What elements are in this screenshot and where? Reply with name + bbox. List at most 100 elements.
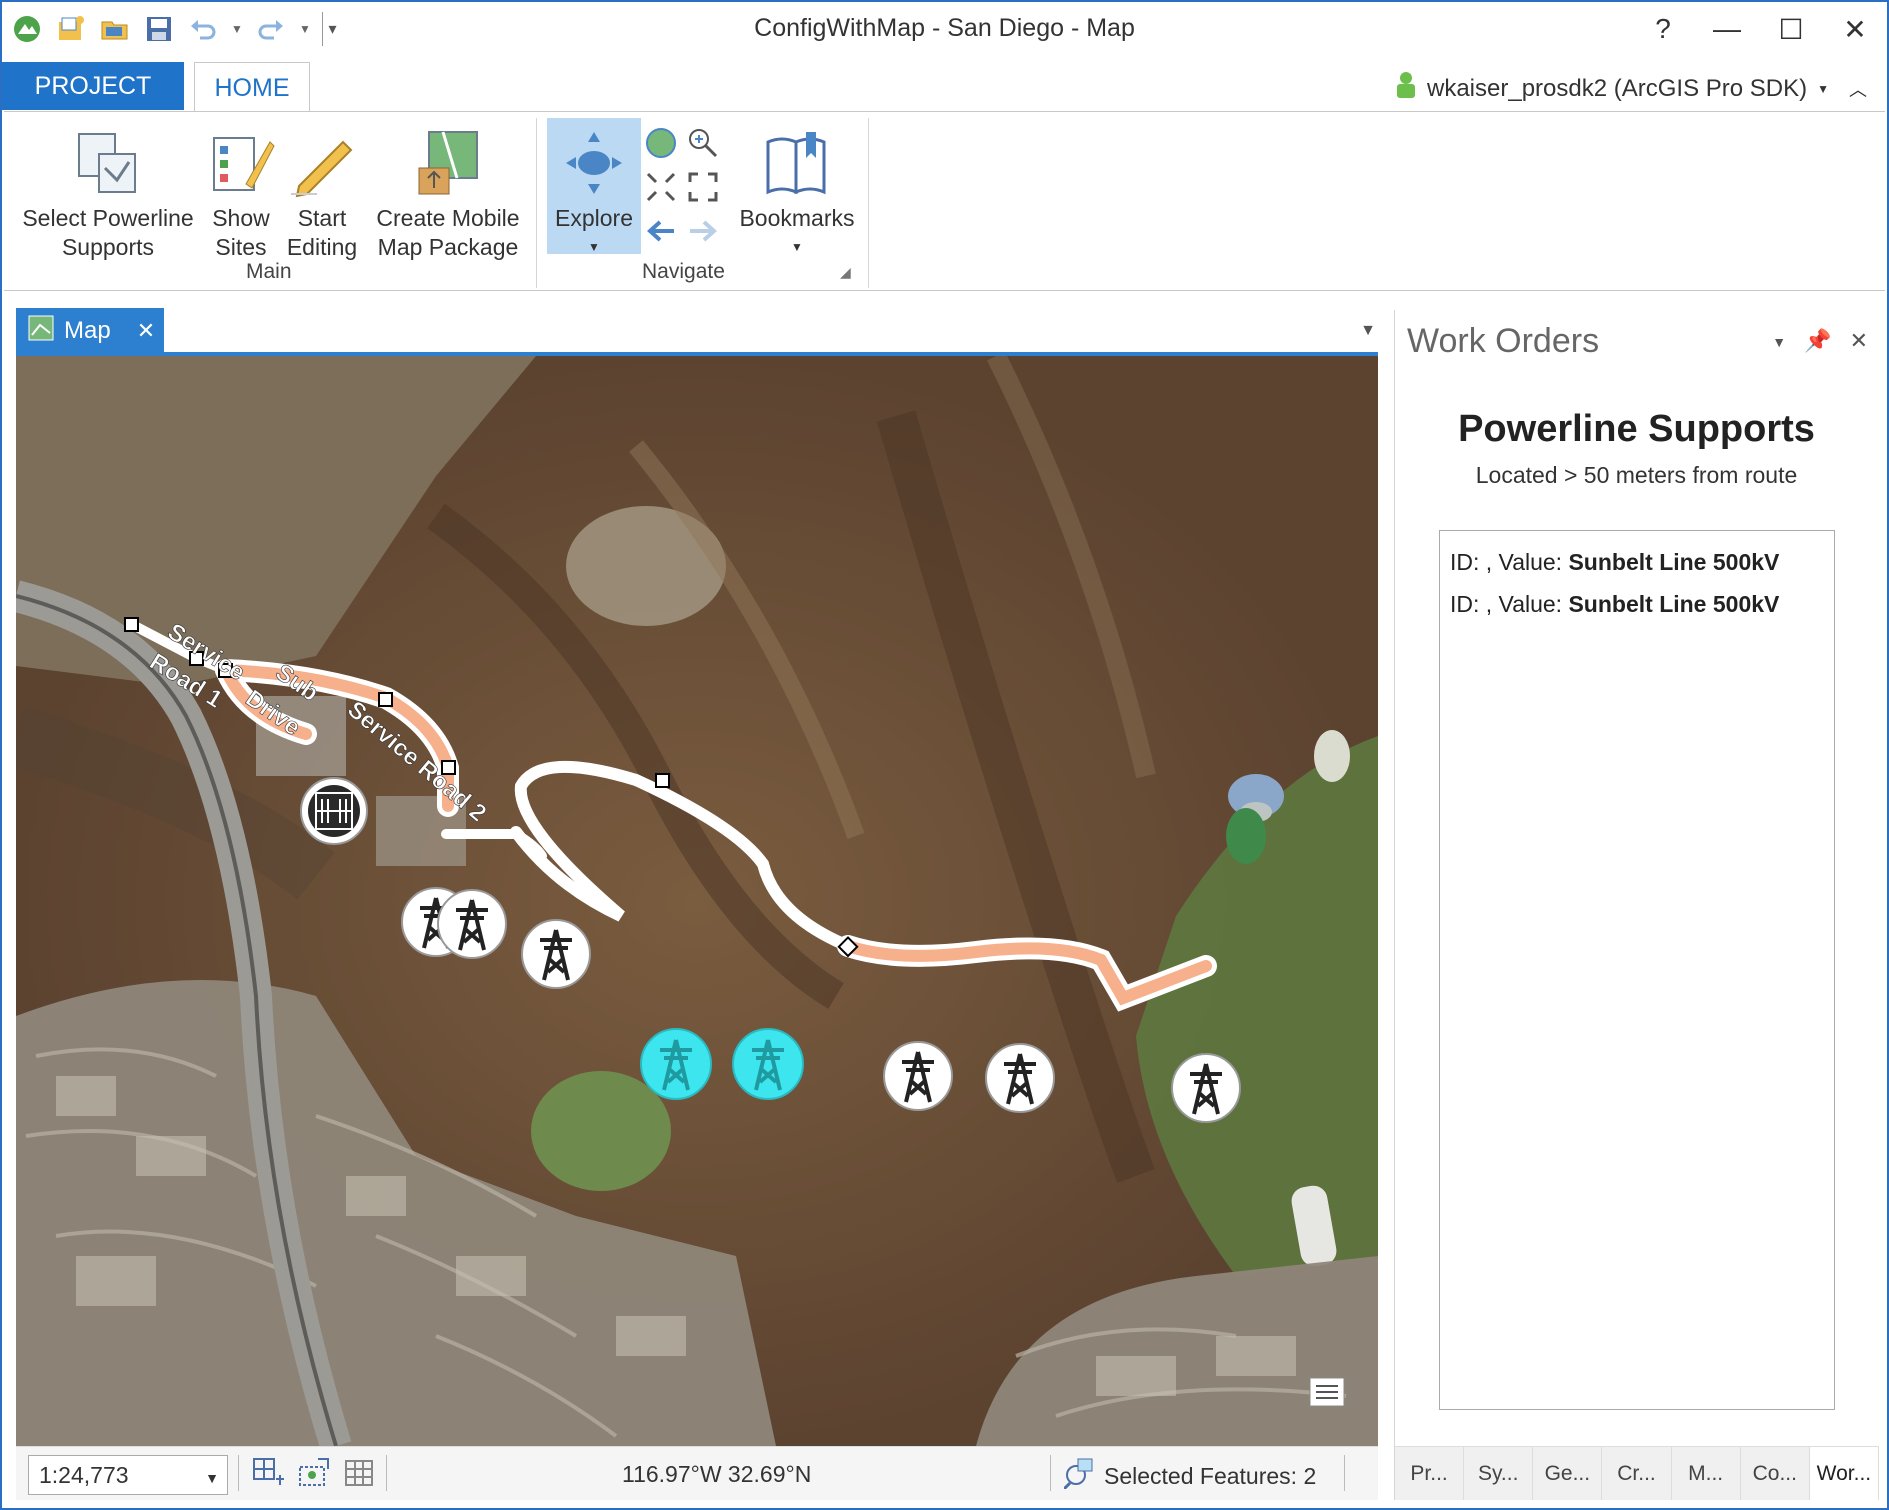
close-button[interactable]: ✕	[1823, 2, 1887, 56]
work-orders-list[interactable]: ID: , Value: Sunbelt Line 500kV ID: , Va…	[1439, 530, 1835, 1410]
cursor-coordinates: 116.97°W 32.69°N	[622, 1461, 812, 1487]
list-item-value: Sunbelt Line 500kV	[1568, 591, 1780, 617]
tower-symbol-selected[interactable]	[732, 1028, 804, 1100]
window-controls: ? — ☐ ✕	[1631, 2, 1887, 56]
grid-icon[interactable]	[344, 1457, 376, 1495]
tab-project[interactable]: PROJECT	[2, 62, 184, 110]
pencil-icon	[287, 122, 357, 204]
user-name: wkaiser_prosdk2 (ArcGIS Pro SDK)	[1427, 74, 1808, 102]
pane-tab[interactable]: Co...	[1741, 1447, 1810, 1500]
pane-bottom-tabs: Pr... Sy... Ge... Cr... M... Co... Wor..…	[1395, 1446, 1879, 1500]
map-tab-dropdown-icon[interactable]: ▼	[1360, 322, 1376, 340]
powerline-supports-subheading: Located > 50 meters from route	[1475, 462, 1798, 488]
ribbon-group-separator	[868, 118, 869, 288]
status-separator	[238, 1455, 239, 1491]
park	[531, 1071, 671, 1191]
show-sites-label-2: Sites	[215, 234, 267, 260]
fixed-zoom-out-icon[interactable]	[686, 170, 720, 209]
map-view[interactable]: Service Road 1 Sub Drive Service Road 2	[16, 356, 1378, 1446]
status-separator	[1344, 1455, 1345, 1491]
map-tab-close-icon[interactable]: ✕	[137, 318, 155, 344]
map-view-tab[interactable]: Map ✕	[16, 308, 164, 354]
map-tab-icon	[28, 315, 54, 348]
pane-tab[interactable]: Cr...	[1602, 1447, 1672, 1500]
tower-symbol[interactable]	[883, 1041, 953, 1111]
map-tab-bar: Map ✕ ▼	[16, 308, 1380, 354]
ribbon-group-separator	[536, 118, 537, 288]
explore-label: Explore	[555, 205, 633, 231]
map-canvas[interactable]: Service Road 1 Sub Drive Service Road 2	[16, 356, 1378, 1446]
substation-symbol[interactable]	[300, 777, 368, 845]
minimize-button[interactable]: —	[1695, 2, 1759, 56]
pane-tab[interactable]: M...	[1672, 1447, 1741, 1500]
pane-tab-active[interactable]: Wor...	[1809, 1447, 1879, 1500]
pane-tab[interactable]: Pr...	[1395, 1447, 1465, 1500]
arcgis-pro-window: ▼ ▼ ▾ ConfigWithMap - San Diego - Map ? …	[0, 0, 1889, 1510]
navigate-group-label: Navigate	[642, 260, 725, 283]
pin-icon[interactable]: 📌	[1804, 328, 1831, 354]
start-editing-label-1: Start	[297, 205, 347, 231]
list-item[interactable]: ID: , Value: Sunbelt Line 500kV	[1450, 541, 1824, 583]
create-mobile-label-1: Create Mobile	[376, 205, 520, 231]
status-separator	[386, 1455, 387, 1491]
explore-dropdown-icon[interactable]: ▼	[588, 233, 600, 262]
zoom-to-selection-icon[interactable]	[686, 126, 720, 165]
ribbon: Select Powerline Supports Show Sites Sta…	[4, 111, 1885, 291]
select-powerline-label-1: Select Powerline	[22, 205, 194, 231]
explore-button[interactable]: Explore ▼	[547, 122, 641, 262]
scale-value: 1:24,773	[39, 1461, 129, 1488]
collapse-ribbon-icon[interactable]: ︿	[1849, 76, 1867, 102]
map-info-icon[interactable]	[1309, 1377, 1345, 1407]
pane-title: Work Orders	[1407, 322, 1600, 360]
tower-symbol[interactable]	[985, 1043, 1055, 1113]
user-dropdown-icon[interactable]: ▼	[1817, 82, 1829, 96]
user-account[interactable]: wkaiser_prosdk2 (ArcGIS Pro SDK) ▼ ︿	[1395, 70, 1867, 107]
pane-options-dropdown-icon[interactable]: ▼	[1772, 328, 1786, 354]
list-item-value: Sunbelt Line 500kV	[1568, 549, 1780, 575]
maximize-button[interactable]: ☐	[1759, 2, 1823, 56]
bookmarks-icon	[762, 122, 832, 204]
selected-features[interactable]: Selected Features: 2	[1062, 1457, 1317, 1495]
fixed-zoom-in-icon[interactable]	[644, 170, 678, 209]
show-sites-label-1: Show	[212, 205, 270, 231]
start-editing-button[interactable]: Start Editing	[282, 122, 362, 262]
list-item[interactable]: ID: , Value: Sunbelt Line 500kV	[1450, 583, 1824, 625]
bookmarks-button[interactable]: Bookmarks ▼	[732, 122, 862, 262]
zoom-to-selected-icon	[1062, 1457, 1096, 1495]
ribbon-tab-row: PROJECT HOME wkaiser_prosdk2 (ArcGIS Pro…	[2, 60, 1887, 114]
selected-features-label: Selected Features: 2	[1104, 1462, 1317, 1489]
next-extent-icon[interactable]	[686, 214, 720, 253]
add-grid-icon[interactable]	[252, 1457, 284, 1495]
help-button[interactable]: ?	[1631, 2, 1695, 56]
tower-symbol-selected[interactable]	[640, 1028, 712, 1100]
work-orders-pane: Work Orders ▼ 📌 ✕ Powerline Supports Loc…	[1394, 310, 1879, 1500]
user-icon	[1395, 70, 1417, 107]
snapping-icon[interactable]	[298, 1457, 330, 1495]
list-item-prefix: ID: , Value:	[1450, 549, 1569, 575]
list-item-prefix: ID: , Value:	[1450, 591, 1569, 617]
pane-tab[interactable]: Ge...	[1533, 1447, 1603, 1500]
map-package-icon	[413, 122, 483, 204]
pane-close-icon[interactable]: ✕	[1850, 328, 1868, 354]
tab-home[interactable]: HOME	[194, 62, 310, 114]
pane-tab[interactable]: Sy...	[1464, 1447, 1534, 1500]
tower-symbol[interactable]	[521, 919, 591, 989]
scale-dropdown[interactable]: 1:24,773 ▼	[28, 1455, 228, 1495]
scale-dropdown-icon[interactable]: ▼	[205, 1470, 219, 1486]
navigate-launcher-icon[interactable]: ◢	[840, 264, 851, 281]
tower-symbol[interactable]	[1171, 1053, 1241, 1123]
title-bar: ▼ ▼ ▾ ConfigWithMap - San Diego - Map ? …	[2, 2, 1887, 58]
main-group-label: Main	[246, 260, 292, 283]
show-sites-button[interactable]: Show Sites	[204, 122, 278, 262]
tower-symbol[interactable]	[437, 889, 507, 959]
bookmarks-label: Bookmarks	[739, 205, 855, 231]
previous-extent-icon[interactable]	[644, 214, 678, 253]
navigate-small-tools	[644, 126, 724, 256]
bookmarks-dropdown-icon[interactable]: ▼	[791, 233, 803, 262]
full-extent-icon[interactable]	[644, 126, 678, 165]
pane-controls: ▼ 📌 ✕	[1772, 328, 1868, 354]
powerline-supports-heading: Powerline Supports	[1458, 408, 1815, 450]
tank	[1314, 730, 1350, 782]
create-mobile-map-package-button[interactable]: Create Mobile Map Package	[368, 122, 528, 262]
select-powerline-supports-button[interactable]: Select Powerline Supports	[18, 122, 198, 262]
